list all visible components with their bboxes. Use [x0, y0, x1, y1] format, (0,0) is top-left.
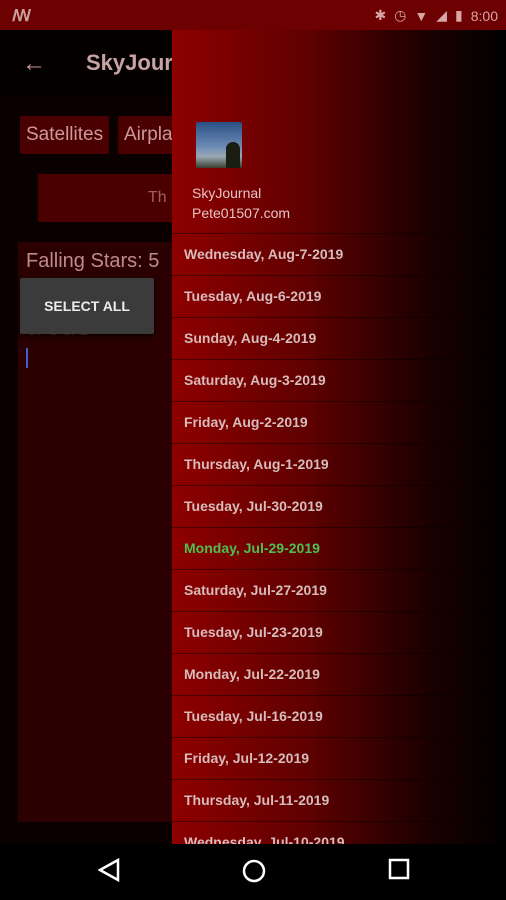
- date-list: Wednesday, Aug-7-2019 Tuesday, Aug-6-2019…: [172, 233, 506, 844]
- drawer-header: SkyJournal Pete01507.com: [172, 30, 506, 232]
- status-bar: ꟿ ✱ ◷ ▼ ◢ ▮ 8:00: [0, 0, 506, 30]
- date-list-item[interactable]: Tuesday, Jul-16-2019: [172, 695, 506, 737]
- date-list-item[interactable]: Friday, Aug-2-2019: [172, 401, 506, 443]
- select-all-button[interactable]: SELECT ALL: [20, 278, 154, 334]
- alarm-icon: ◷: [394, 7, 407, 23]
- wifi-icon: ▼: [414, 7, 429, 24]
- recents-icon[interactable]: [388, 858, 410, 880]
- date-list-item[interactable]: Friday, Jul-12-2019: [172, 737, 506, 779]
- status-time: 8:00: [470, 7, 498, 24]
- date-list-item[interactable]: Wednesday, Aug-7-2019: [172, 233, 506, 275]
- drawer-app-name: SkyJournal: [192, 185, 262, 201]
- date-list-item[interactable]: Monday, Jul-22-2019: [172, 653, 506, 695]
- date-list-item[interactable]: Monday, Jul-29-2019: [172, 527, 506, 569]
- status-icons: ✱ ◷ ▼ ◢ ▮ 8:00: [374, 7, 498, 24]
- avatar: [196, 122, 242, 168]
- system-nav-bar: [0, 844, 506, 900]
- home-icon[interactable]: [241, 858, 267, 884]
- chip-satellites[interactable]: Satellites: [20, 116, 110, 154]
- text-cursor: [26, 348, 28, 368]
- bluetooth-icon: ✱: [374, 7, 387, 23]
- date-list-item[interactable]: Tuesday, Jul-30-2019: [172, 485, 506, 527]
- date-list-item[interactable]: Tuesday, Aug-6-2019: [172, 275, 506, 317]
- notification-icon: ꟿ: [12, 8, 32, 25]
- back-icon[interactable]: [98, 858, 120, 882]
- drawer-email: Pete01507.com: [192, 205, 291, 221]
- date-list-item[interactable]: Wednesday, Jul-10-2019: [172, 821, 506, 844]
- date-list-item[interactable]: Saturday, Jul-27-2019: [172, 569, 506, 611]
- signal-icon: ◢: [436, 7, 448, 23]
- back-arrow-icon[interactable]: ←: [22, 50, 46, 78]
- date-list-item[interactable]: Thursday, Aug-1-2019: [172, 443, 506, 485]
- battery-icon: ▮: [455, 7, 463, 23]
- date-list-item[interactable]: Sunday, Aug-4-2019: [172, 317, 506, 359]
- falling-stars-count: Falling Stars: 5: [26, 250, 160, 272]
- date-list-item[interactable]: Tuesday, Jul-23-2019: [172, 611, 506, 653]
- navigation-drawer: SkyJournal Pete01507.com Wednesday, Aug-…: [172, 30, 506, 844]
- chip-airplanes[interactable]: Airpla: [118, 116, 179, 154]
- date-list-item[interactable]: Saturday, Aug-3-2019: [172, 359, 506, 401]
- date-list-item[interactable]: Thursday, Jul-11-2019: [172, 779, 506, 821]
